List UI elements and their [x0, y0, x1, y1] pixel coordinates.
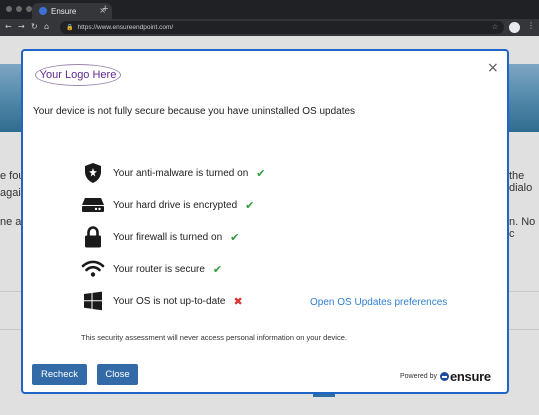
status-item-hard-drive: Your hard drive is encrypted ✔	[81, 194, 254, 216]
favicon-icon	[39, 7, 47, 15]
brand-name: ensure	[449, 369, 491, 384]
recheck-button[interactable]: Recheck	[32, 364, 87, 385]
bookmark-star-icon[interactable]: ☆	[492, 23, 498, 31]
check-icon: ✔	[230, 230, 240, 244]
divider	[509, 291, 539, 292]
window-controls	[6, 6, 32, 12]
hard-drive-icon	[81, 194, 105, 216]
status-item-label: Your OS is not up-to-date	[113, 295, 226, 307]
background-text: n. No c	[509, 216, 536, 240]
status-item-os: Your OS is not up-to-date ✖	[81, 290, 243, 312]
divider	[0, 329, 21, 330]
reload-icon[interactable]: ↻	[31, 22, 38, 31]
status-item-router: Your router is secure ✔	[81, 258, 222, 280]
status-item-firewall: Your firewall is turned on ✔	[81, 226, 239, 248]
new-tab-button[interactable]: +	[102, 3, 108, 15]
privacy-disclaimer: This security assessment will never acce…	[81, 333, 347, 342]
company-logo-placeholder: Your Logo Here	[35, 64, 121, 86]
window-close-dot[interactable]	[6, 6, 12, 12]
lock-icon: 🔒	[66, 24, 74, 31]
open-os-updates-link[interactable]: Open OS Updates preferences	[310, 297, 447, 308]
powered-by-label: Powered by	[400, 373, 437, 380]
status-item-label: Your router is secure	[113, 263, 205, 275]
windows-icon	[81, 290, 105, 312]
back-icon[interactable]: ←	[5, 22, 12, 31]
padlock-icon	[81, 226, 105, 248]
security-status-dialog: Your Logo Here × Your device is not full…	[21, 49, 509, 394]
status-item-label: Your hard drive is encrypted	[113, 199, 238, 211]
browser-menu-icon[interactable]: ⋮	[527, 21, 535, 30]
check-icon: ✔	[256, 166, 266, 180]
cross-icon: ✖	[233, 294, 243, 308]
background-accent-bar	[313, 394, 335, 397]
wifi-icon	[81, 258, 105, 280]
ensure-logo-icon	[439, 372, 449, 381]
address-bar[interactable]: 🔒 https://www.ensureendpoint.com/ ☆	[60, 21, 504, 34]
status-item-antimalware: Your anti-malware is turned on ✔	[81, 162, 265, 184]
forward-icon[interactable]: →	[18, 22, 25, 31]
check-icon: ✔	[212, 262, 223, 276]
tab-title: Ensure	[51, 6, 77, 16]
dialog-headline: Your device is not fully secure because …	[33, 106, 356, 117]
divider	[0, 291, 21, 292]
url-text: https://www.ensureendpoint.com/	[77, 24, 174, 31]
profile-avatar[interactable]	[509, 22, 520, 33]
shield-icon	[81, 162, 105, 184]
powered-by-badge: Powered by ensure	[400, 369, 491, 384]
close-button[interactable]: Close	[97, 364, 138, 385]
browser-toolbar: ← → ↻ ⌂ 🔒 https://www.ensureendpoint.com…	[0, 19, 539, 36]
background-text: ne a	[0, 216, 22, 228]
browser-tab[interactable]: Ensure ×	[32, 3, 112, 19]
hero-banner-left	[0, 64, 21, 132]
background-text: the dialo	[509, 170, 533, 194]
home-icon[interactable]: ⌂	[44, 22, 49, 31]
dialog-close-icon[interactable]: ×	[487, 60, 499, 76]
status-item-label: Your anti-malware is turned on	[113, 167, 249, 179]
browser-tab-bar: Ensure × +	[0, 0, 539, 19]
status-item-label: Your firewall is turned on	[113, 231, 223, 243]
check-icon: ✔	[245, 198, 255, 212]
hero-banner-right	[509, 64, 539, 132]
window-minimize-dot[interactable]	[16, 6, 22, 12]
divider	[509, 329, 539, 330]
